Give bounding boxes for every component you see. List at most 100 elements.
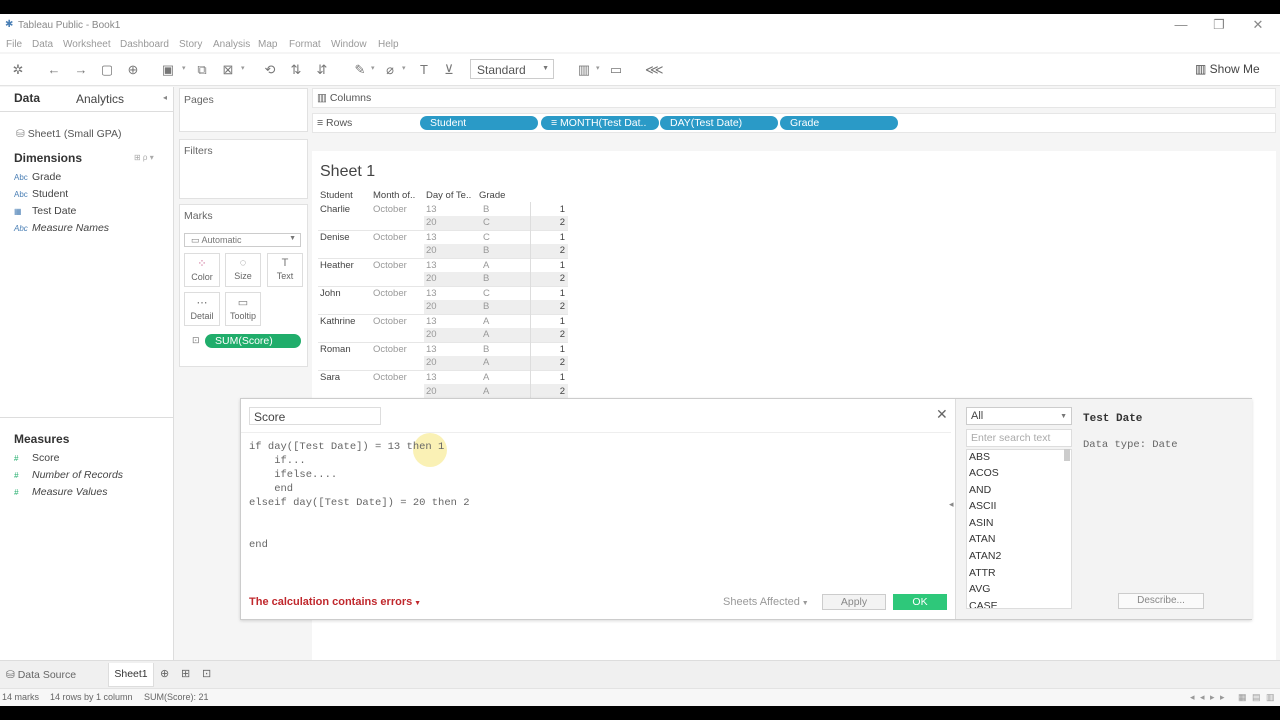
menu-worksheet[interactable]: Worksheet [63, 39, 111, 50]
nav-last-icon[interactable]: ▸ [1220, 692, 1225, 703]
menu-data[interactable]: Data [32, 39, 53, 50]
columns-shelf[interactable]: ▥ Columns [312, 88, 1276, 108]
month-cell[interactable] [371, 216, 424, 230]
formula-editor[interactable]: if day([Test Date]) = 13 then 1 if... if… [249, 441, 949, 571]
grade-cell[interactable]: B [477, 341, 530, 356]
duplicate-sheet-icon[interactable]: ⧉ [194, 62, 210, 78]
month-cell[interactable]: October [371, 313, 424, 328]
close-icon[interactable]: ✕ [936, 406, 948, 423]
score-cell[interactable]: 1 [529, 341, 568, 356]
score-cell[interactable]: 1 [529, 202, 568, 216]
function-item[interactable]: ASCII [969, 500, 996, 512]
score-cell[interactable]: 2 [529, 272, 568, 286]
day-cell[interactable]: 20 [424, 272, 477, 286]
new-story-icon[interactable]: ⊡ [202, 667, 211, 680]
rows-shelf[interactable]: ≡ Rows Student ≡ MONTH(Test Dat.. DAY(Te… [312, 113, 1276, 133]
color-button[interactable]: ⁘ Color [184, 253, 220, 287]
text-button[interactable]: T Text [267, 253, 303, 287]
field-number-of-records[interactable]: # Number of Records [14, 469, 123, 481]
datasource-item[interactable]: ⛁ Sheet1 (Small GPA) [16, 128, 121, 140]
show-cards-dropdown-icon[interactable]: ▾ [596, 64, 600, 72]
score-cell[interactable]: 1 [529, 285, 568, 300]
student-cell[interactable]: John [318, 285, 371, 300]
score-cell[interactable]: 2 [529, 300, 568, 314]
function-search-input[interactable]: Enter search text [966, 429, 1072, 447]
nav-prev-icon[interactable]: ◂ [1200, 692, 1205, 703]
menu-format[interactable]: Format [289, 39, 321, 50]
column-header[interactable]: Grade [477, 188, 530, 202]
pages-shelf[interactable]: Pages [179, 88, 308, 132]
collapse-panel-icon[interactable]: ◂ [949, 499, 954, 510]
student-cell[interactable] [318, 384, 371, 398]
detail-button[interactable]: ⋯ Detail [184, 292, 220, 326]
function-category-select[interactable]: All ▼ [966, 407, 1072, 425]
student-cell[interactable]: Heather [318, 257, 371, 272]
student-cell[interactable] [318, 328, 371, 342]
minimize-button[interactable]: — [1166, 17, 1196, 35]
grade-cell[interactable]: A [477, 328, 530, 342]
grade-cell[interactable]: A [477, 369, 530, 384]
day-cell[interactable]: 20 [424, 356, 477, 370]
data-source-tab[interactable]: ⛁ Data Source [6, 669, 76, 681]
mark-pill-sum-score[interactable]: SUM(Score) [205, 334, 301, 348]
score-cell[interactable]: 1 [529, 313, 568, 328]
function-item[interactable]: ASIN [969, 517, 994, 529]
tab-data[interactable]: Data [14, 91, 40, 105]
field-grade[interactable]: Abc Grade [14, 171, 61, 183]
student-cell[interactable]: Charlie [318, 202, 371, 216]
ok-button[interactable]: OK [893, 594, 947, 610]
row-pill-student[interactable]: Student [420, 116, 538, 130]
month-cell[interactable] [371, 328, 424, 342]
presentation-icon[interactable]: ▭ [608, 62, 624, 78]
grade-cell[interactable]: B [477, 202, 530, 216]
menu-dashboard[interactable]: Dashboard [120, 39, 169, 50]
tab-analytics[interactable]: Analytics [76, 92, 124, 106]
student-cell[interactable] [318, 300, 371, 314]
show-cards-icon[interactable]: ▥ [576, 62, 592, 78]
menu-help[interactable]: Help [378, 39, 399, 50]
score-cell[interactable]: 2 [529, 216, 568, 230]
month-cell[interactable] [371, 356, 424, 370]
tooltip-button[interactable]: ▭ Tooltip [225, 292, 261, 326]
month-cell[interactable] [371, 272, 424, 286]
field-student[interactable]: Abc Student [14, 188, 68, 200]
sort-descending-icon[interactable]: ⇵ [314, 62, 330, 78]
day-cell[interactable]: 13 [424, 257, 477, 272]
labels-icon[interactable]: T [416, 62, 432, 78]
column-header[interactable]: Student [318, 188, 371, 202]
highlight-dropdown-icon[interactable]: ▾ [371, 64, 375, 72]
row-pill-grade[interactable]: Grade [780, 116, 898, 130]
month-cell[interactable]: October [371, 202, 424, 216]
new-sheet-icon[interactable]: ⊕ [160, 667, 169, 680]
month-cell[interactable] [371, 300, 424, 314]
day-cell[interactable]: 20 [424, 328, 477, 342]
sheets-affected-dropdown[interactable]: Sheets Affected ▼ [723, 596, 809, 608]
score-cell[interactable]: 1 [529, 257, 568, 272]
student-cell[interactable] [318, 216, 371, 230]
score-cell[interactable]: 2 [529, 244, 568, 258]
day-cell[interactable]: 13 [424, 341, 477, 356]
show-me-button[interactable]: ▥ Show Me [1195, 62, 1260, 76]
grade-cell[interactable]: B [477, 272, 530, 286]
day-cell[interactable]: 13 [424, 369, 477, 384]
menu-story[interactable]: Story [179, 39, 202, 50]
calc-name-input[interactable]: Score [249, 407, 381, 425]
calc-error-message[interactable]: The calculation contains errors ▼ [249, 596, 421, 608]
filters-shelf[interactable]: Filters [179, 139, 308, 199]
new-dashboard-icon[interactable]: ⊞ [181, 667, 190, 680]
function-item[interactable]: AND [969, 484, 991, 496]
day-cell[interactable]: 20 [424, 244, 477, 258]
grade-cell[interactable]: C [477, 229, 530, 244]
grade-cell[interactable]: C [477, 285, 530, 300]
function-item[interactable]: ABS [969, 451, 990, 463]
month-cell[interactable]: October [371, 369, 424, 384]
clear-sheet-icon[interactable]: ⊠ [220, 62, 236, 78]
redo-icon[interactable]: → [73, 62, 89, 78]
month-cell[interactable] [371, 384, 424, 398]
sort-ascending-icon[interactable]: ⇅ [288, 62, 304, 78]
group-dropdown-icon[interactable]: ▾ [402, 64, 406, 72]
field-test-date[interactable]: ▦ Test Date [14, 205, 76, 217]
student-cell[interactable]: Roman [318, 341, 371, 356]
group-icon[interactable]: ⌀ [382, 62, 398, 78]
save-icon[interactable]: ▢ [99, 62, 115, 78]
